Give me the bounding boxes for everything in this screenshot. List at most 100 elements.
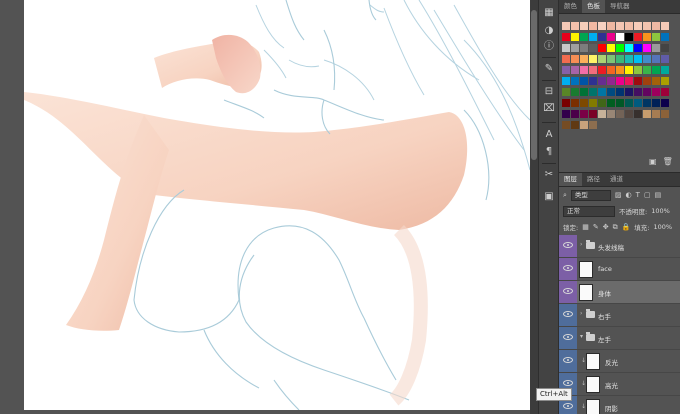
color-swatch[interactable] xyxy=(589,99,597,107)
color-swatch[interactable] xyxy=(616,44,624,52)
color-swatch[interactable] xyxy=(598,33,606,41)
canvas-area[interactable] xyxy=(0,0,530,414)
color-swatch[interactable] xyxy=(625,88,633,96)
color-swatch[interactable] xyxy=(598,66,606,74)
lock-position-icon[interactable]: ✥ xyxy=(603,223,609,231)
color-swatch[interactable] xyxy=(598,99,606,107)
color-swatch[interactable] xyxy=(625,22,633,30)
color-swatch[interactable] xyxy=(634,88,642,96)
color-swatch[interactable] xyxy=(652,66,660,74)
layer-row[interactable]: ↓ 高光 xyxy=(559,373,680,396)
color-swatch[interactable] xyxy=(589,33,597,41)
color-swatch[interactable] xyxy=(625,66,633,74)
group-expand-icon[interactable]: › xyxy=(580,310,582,317)
color-swatch[interactable] xyxy=(571,44,579,52)
color-swatch[interactable] xyxy=(661,77,669,85)
color-swatch[interactable] xyxy=(598,77,606,85)
layer-row[interactable]: › 头发线稿 xyxy=(559,235,680,258)
color-swatch[interactable] xyxy=(652,77,660,85)
lock-artboard-icon[interactable]: ⧉ xyxy=(613,223,618,232)
color-swatch[interactable] xyxy=(661,88,669,96)
color-swatch[interactable] xyxy=(661,66,669,74)
layer-row[interactable]: › 右手 xyxy=(559,304,680,327)
opacity-value[interactable]: 100% xyxy=(651,207,670,215)
color-swatch[interactable] xyxy=(661,33,669,41)
layer-row[interactable]: ↓ 反光 xyxy=(559,350,680,373)
color-swatch[interactable] xyxy=(652,110,660,118)
color-swatch[interactable] xyxy=(598,55,606,63)
properties-icon[interactable]: ⊟ xyxy=(542,85,556,99)
color-swatch[interactable] xyxy=(652,99,660,107)
visibility-toggle[interactable] xyxy=(559,235,577,257)
tab-navigator[interactable]: 导航器 xyxy=(605,0,635,13)
color-swatch[interactable] xyxy=(571,77,579,85)
character-panel-icon[interactable]: A xyxy=(542,128,556,142)
canvas-vertical-scrollbar[interactable] xyxy=(530,0,538,414)
lock-pixels-icon[interactable]: ✎ xyxy=(593,223,599,231)
color-swatch[interactable] xyxy=(634,33,642,41)
color-swatch[interactable] xyxy=(571,121,579,129)
color-swatch[interactable] xyxy=(625,110,633,118)
history-panel-icon[interactable]: ▣ xyxy=(542,190,556,204)
lock-transparent-icon[interactable]: ▦ xyxy=(582,223,589,231)
fill-value[interactable]: 100% xyxy=(654,223,673,231)
color-swatch[interactable] xyxy=(616,88,624,96)
filter-type-icon[interactable]: T xyxy=(636,191,640,199)
color-swatch[interactable] xyxy=(607,110,615,118)
brush-preset-icon[interactable]: ✎ xyxy=(542,62,556,76)
color-swatch[interactable] xyxy=(562,33,570,41)
color-swatch[interactable] xyxy=(607,99,615,107)
document-canvas[interactable] xyxy=(24,0,530,410)
color-swatch[interactable] xyxy=(616,33,624,41)
group-expand-icon[interactable]: › xyxy=(580,241,582,248)
filter-smart-icon[interactable]: ▤ xyxy=(655,191,662,199)
color-swatch[interactable] xyxy=(580,22,588,30)
color-swatch[interactable] xyxy=(643,66,651,74)
color-swatch[interactable] xyxy=(643,99,651,107)
color-swatch[interactable] xyxy=(589,77,597,85)
scrollbar-thumb[interactable] xyxy=(531,10,537,160)
new-swatch-icon[interactable]: ▣ xyxy=(649,157,657,166)
filter-shape-icon[interactable]: ▢ xyxy=(644,191,651,199)
info-icon[interactable]: ⓘ xyxy=(542,40,556,54)
color-swatch[interactable] xyxy=(607,77,615,85)
color-swatch[interactable] xyxy=(643,88,651,96)
color-swatch[interactable] xyxy=(571,22,579,30)
color-swatch[interactable] xyxy=(616,22,624,30)
color-swatch[interactable] xyxy=(616,55,624,63)
layer-row[interactable]: 身体 xyxy=(559,281,680,304)
color-swatch[interactable] xyxy=(616,77,624,85)
color-swatch[interactable] xyxy=(589,110,597,118)
tab-swatches[interactable]: 色板 xyxy=(582,0,605,13)
color-swatch[interactable] xyxy=(652,55,660,63)
color-swatch[interactable] xyxy=(661,22,669,30)
color-swatch[interactable] xyxy=(625,99,633,107)
color-swatch[interactable] xyxy=(616,110,624,118)
color-swatch[interactable] xyxy=(571,88,579,96)
color-swatch[interactable] xyxy=(661,44,669,52)
color-swatch[interactable] xyxy=(562,22,570,30)
color-swatch[interactable] xyxy=(616,99,624,107)
color-swatch[interactable] xyxy=(571,99,579,107)
color-swatch[interactable] xyxy=(562,66,570,74)
paragraph-panel-icon[interactable]: ¶ xyxy=(542,145,556,159)
color-swatch[interactable] xyxy=(661,55,669,63)
visibility-toggle[interactable] xyxy=(559,327,577,349)
color-swatch[interactable] xyxy=(634,77,642,85)
visibility-toggle[interactable] xyxy=(559,350,577,372)
color-swatch[interactable] xyxy=(652,33,660,41)
color-swatch[interactable] xyxy=(580,33,588,41)
color-swatch[interactable] xyxy=(634,66,642,74)
swatches-panel-icon[interactable]: ▦ xyxy=(542,6,556,20)
color-swatch[interactable] xyxy=(562,55,570,63)
color-swatch[interactable] xyxy=(643,55,651,63)
brush-settings-icon[interactable]: ⌧ xyxy=(542,102,556,116)
color-swatch[interactable] xyxy=(580,99,588,107)
color-swatch[interactable] xyxy=(643,22,651,30)
group-expand-icon[interactable]: ▾ xyxy=(580,333,583,340)
color-swatch[interactable] xyxy=(643,110,651,118)
color-swatch[interactable] xyxy=(589,66,597,74)
tool-presets-icon[interactable]: ✂ xyxy=(542,168,556,182)
color-swatch[interactable] xyxy=(580,77,588,85)
color-swatch[interactable] xyxy=(634,22,642,30)
